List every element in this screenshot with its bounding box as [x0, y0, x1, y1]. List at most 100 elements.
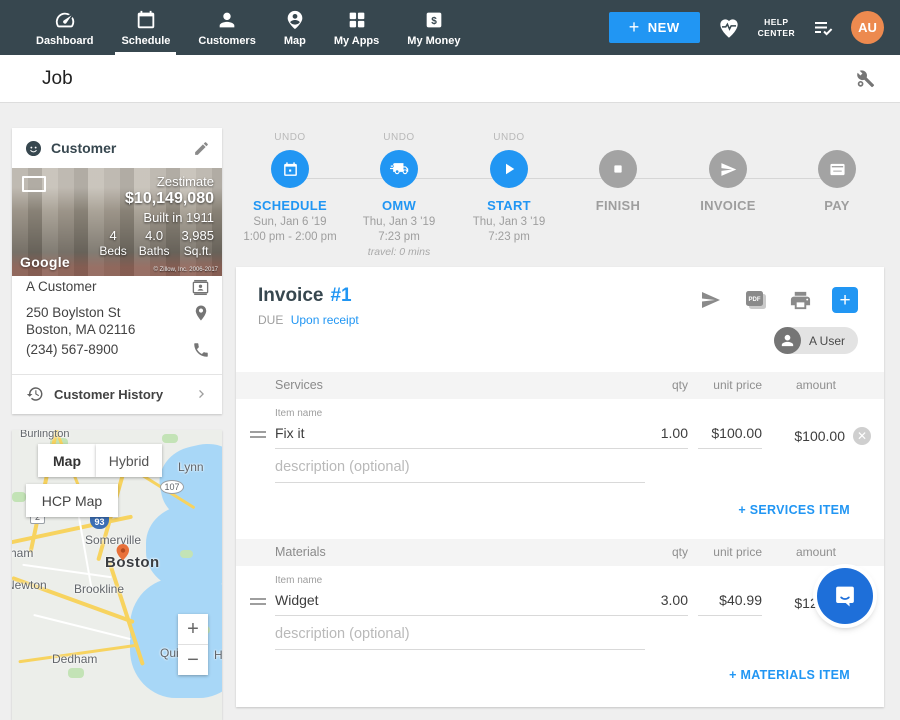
amount-column-header: amount — [796, 545, 836, 559]
material-qty-input[interactable] — [620, 592, 688, 616]
step-schedule: UNDO SCHEDULE Sun, Jan 6 '19 1:00 pm - 2… — [235, 132, 345, 243]
customer-phone-row: (234) 567-8900 — [26, 341, 210, 359]
drag-handle-icon[interactable] — [250, 598, 266, 608]
send-invoice-icon[interactable] — [699, 288, 723, 312]
nav-customers-label: Customers — [198, 35, 255, 47]
add-materials-item-link[interactable]: + MATERIALS ITEM — [729, 668, 850, 682]
step-finish: FINISH — [563, 132, 673, 213]
google-watermark: Google — [20, 254, 70, 270]
map-park — [180, 550, 193, 558]
service-qty-input[interactable] — [620, 425, 688, 449]
map-road — [22, 564, 111, 579]
finish-step-button[interactable] — [599, 150, 637, 188]
add-services-item-link[interactable]: + SERVICES ITEM — [738, 503, 850, 517]
map-label-lynn: Lynn — [178, 460, 204, 474]
photo-copyright: © Zillow, Inc. 2006-2017 — [154, 267, 218, 273]
map-label-hi: Hi — [214, 648, 222, 662]
job-workflow: UNDO SCHEDULE Sun, Jan 6 '19 1:00 pm - 2… — [236, 132, 884, 260]
drag-handle-icon[interactable] — [250, 431, 266, 441]
undo-schedule-button[interactable]: UNDO — [274, 132, 305, 147]
nav-customers[interactable]: Customers — [184, 0, 269, 55]
user-avatar[interactable]: AU — [851, 11, 884, 44]
pdf-icon[interactable]: PDF — [743, 288, 769, 312]
customer-name-row: A Customer — [26, 278, 210, 297]
hcp-map-button[interactable]: HCP Map — [26, 484, 118, 517]
materials-section-header: Materials qty unit price amount — [236, 539, 884, 566]
step-pay: PAY — [782, 132, 892, 213]
pay-step-button[interactable] — [818, 150, 856, 188]
unit-price-column-header: unit price — [713, 545, 762, 559]
zestimate-block: Zestimate $10,149,080 Built in 1911 4Bed… — [99, 174, 214, 258]
due-terms-link[interactable]: Upon receipt — [291, 313, 359, 327]
chat-widget-button[interactable] — [817, 568, 873, 624]
street-view-icon — [22, 176, 46, 192]
zoom-in-button[interactable]: + — [178, 614, 208, 644]
help-center-link[interactable]: HELP CENTER — [758, 17, 795, 38]
print-icon[interactable] — [789, 289, 812, 312]
remove-service-item-button[interactable]: ✕ — [853, 427, 871, 445]
stop-icon — [610, 161, 626, 177]
property-stats: 4Beds 4.0Baths 3,985Sq.ft. — [99, 228, 214, 258]
map-type-button[interactable]: Map — [38, 444, 96, 477]
grid-icon — [346, 9, 368, 31]
nav-items: Dashboard Schedule Customers Map My Apps… — [0, 0, 474, 55]
nav-dashboard[interactable]: Dashboard — [22, 0, 107, 55]
plus-icon: + — [629, 17, 640, 38]
unit-price-column-header: unit price — [713, 378, 762, 392]
service-unit-price-input[interactable] — [698, 425, 762, 449]
add-invoice-item-button[interactable]: + — [832, 287, 858, 313]
material-description-input[interactable] — [275, 626, 645, 650]
start-step-button[interactable] — [490, 150, 528, 188]
customer-history-label: Customer History — [54, 387, 184, 402]
nav-schedule-label: Schedule — [121, 35, 170, 47]
route-107-badge: 107 — [160, 480, 184, 494]
stat-sqft: 3,985Sq.ft. — [181, 228, 214, 258]
map-label-burlington: Burlington — [20, 430, 70, 440]
omw-step-button[interactable] — [380, 150, 418, 188]
built-year: Built in 1911 — [99, 210, 214, 225]
property-photo[interactable]: Zestimate $10,149,080 Built in 1911 4Bed… — [12, 168, 222, 276]
invoice-actions: PDF + — [699, 287, 858, 313]
qty-column-header: qty — [672, 545, 688, 559]
assignee-pill[interactable]: A User — [774, 327, 858, 354]
history-clock-icon — [26, 385, 44, 403]
contact-card-icon[interactable] — [191, 278, 210, 297]
phone-icon[interactable] — [192, 341, 210, 359]
zoom-out-button[interactable]: − — [178, 645, 208, 675]
nav-schedule[interactable]: Schedule — [107, 0, 184, 55]
service-item-name-input[interactable] — [275, 425, 645, 449]
map-card: Burlington Lynn 107 2 93 Somerville ham … — [12, 430, 222, 720]
edit-pencil-icon[interactable] — [193, 140, 210, 157]
undo-start-button[interactable]: UNDO — [493, 132, 524, 147]
invoice-number[interactable]: #1 — [330, 285, 351, 307]
job-settings-icon[interactable] — [854, 68, 876, 90]
customer-card: Customer Zestimate $10,149,080 Built in … — [12, 128, 222, 414]
credit-card-icon — [829, 161, 846, 178]
map-label-newton: Newton — [12, 578, 47, 592]
stat-beds: 4Beds — [99, 228, 126, 258]
service-item-name-label: Item name — [275, 408, 322, 419]
checklist-icon[interactable] — [811, 16, 835, 40]
hybrid-type-button[interactable]: Hybrid — [96, 444, 162, 477]
play-icon — [500, 160, 518, 178]
map-park — [68, 668, 84, 678]
map-label-ham: ham — [12, 546, 33, 560]
health-heart-icon[interactable] — [716, 15, 742, 41]
location-pin-icon[interactable] — [192, 304, 210, 338]
nav-my-money[interactable]: $ My Money — [393, 0, 474, 55]
step-omw: UNDO OMW Thu, Jan 3 '19 7:23 pm travel: … — [344, 132, 454, 258]
assignee-avatar-icon — [774, 327, 801, 354]
new-button[interactable]: +NEW — [609, 12, 700, 43]
nav-map[interactable]: Map — [270, 0, 320, 55]
material-item-name-input[interactable] — [275, 592, 645, 616]
nav-my-apps[interactable]: My Apps — [320, 0, 393, 55]
qty-column-header: qty — [672, 378, 688, 392]
material-unit-price-input[interactable] — [698, 592, 762, 616]
service-description-input[interactable] — [275, 459, 645, 483]
schedule-step-button[interactable] — [271, 150, 309, 188]
customer-history-link[interactable]: Customer History — [26, 374, 210, 414]
invoice-step-button[interactable] — [709, 150, 747, 188]
page-title: Job — [42, 68, 73, 90]
undo-omw-button[interactable]: UNDO — [383, 132, 414, 147]
invoice-due-row: DUE Upon receipt — [258, 313, 359, 327]
